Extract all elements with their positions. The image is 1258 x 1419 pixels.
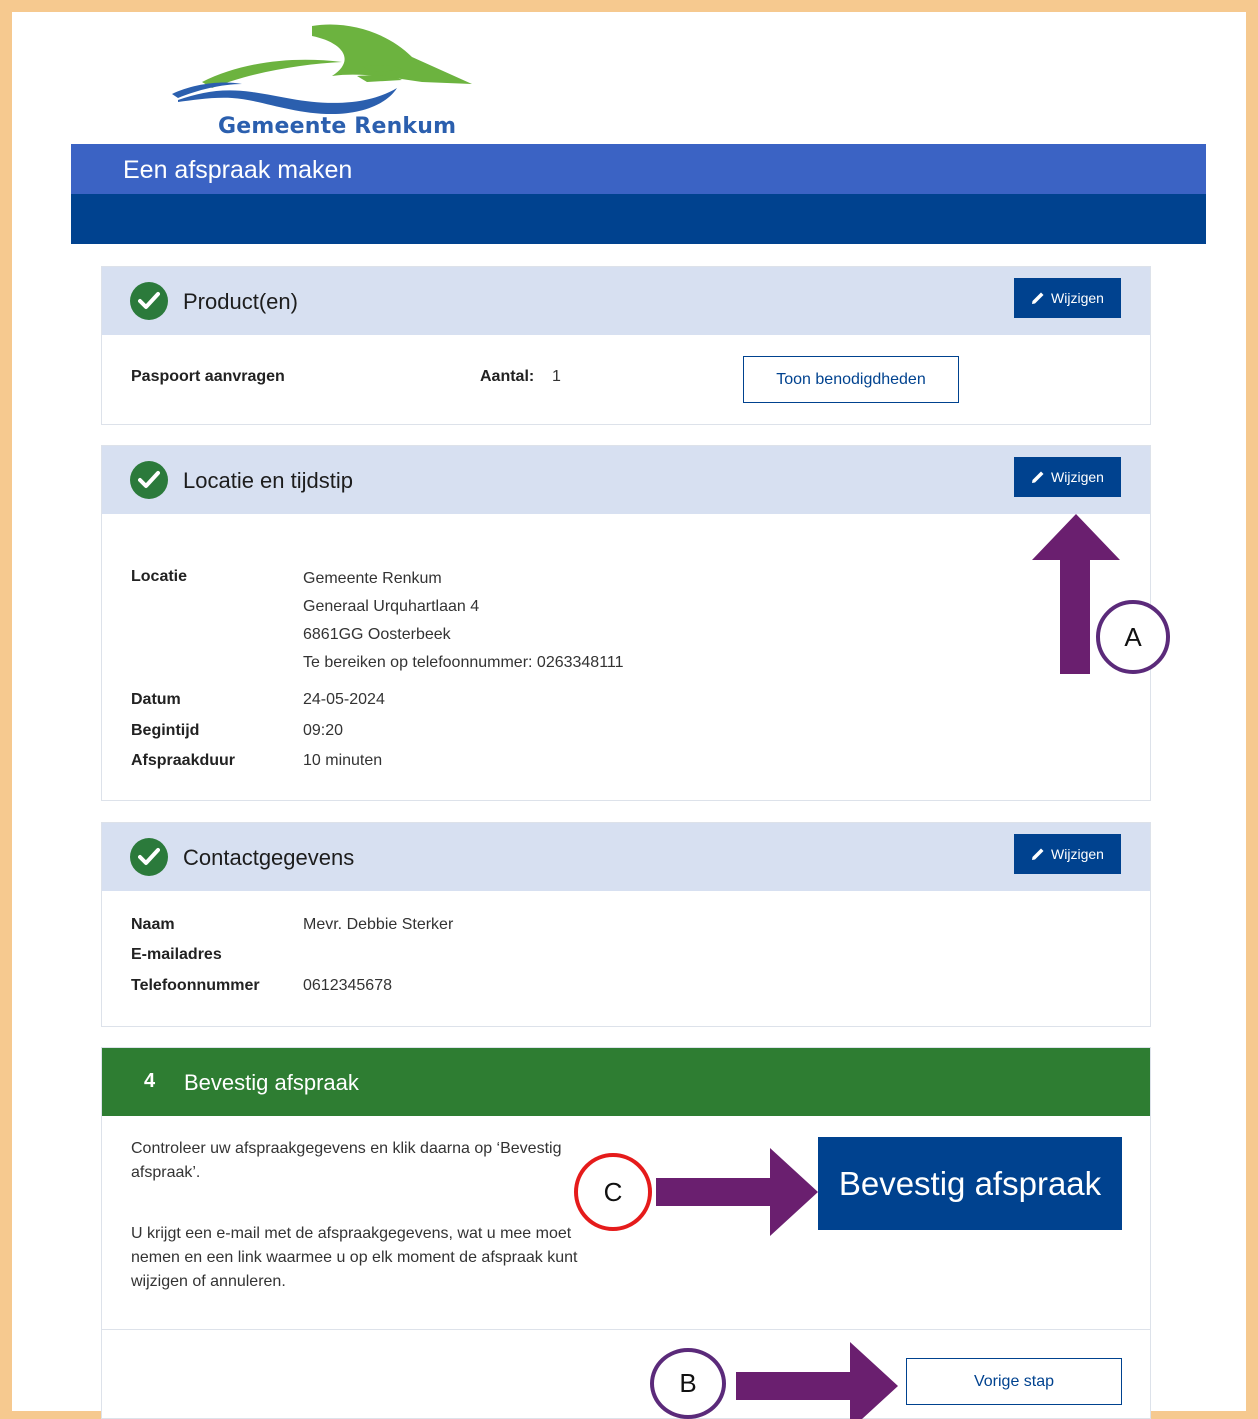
confirm-appointment-button[interactable]: Bevestig afspraak [818, 1137, 1122, 1230]
edit-products-button[interactable]: Wijzigen [1014, 278, 1121, 318]
confirm-title: Bevestig afspraak [184, 1070, 359, 1095]
address-line: 6861GG Oosterbeek [303, 626, 451, 643]
step-number: 4 [144, 1070, 156, 1092]
start-time-label: Begintijd [131, 722, 200, 739]
check-icon [130, 282, 168, 320]
address-line: Te bereiken op telefoonnummer: 026334811… [303, 654, 624, 671]
quantity-label: Aantal: [480, 368, 535, 385]
pencil-icon [1032, 471, 1044, 483]
divider [101, 1329, 1151, 1330]
quantity-value: 1 [552, 368, 561, 385]
check-icon [130, 838, 168, 876]
annotation-a: A [1096, 600, 1170, 674]
edit-label: Wijzigen [1051, 469, 1104, 485]
confirm-info: U krijgt een e-mail met de afspraakgegev… [131, 1225, 578, 1290]
location-title: Locatie en tijdstip [183, 468, 353, 493]
edit-label: Wijzigen [1051, 290, 1104, 306]
address-line: Generaal Urquhartlaan 4 [303, 598, 480, 615]
contact-title: Contactgegevens [183, 845, 355, 870]
logo-text: Gemeente Renkum [218, 114, 457, 139]
date-label: Datum [131, 691, 181, 708]
annotation-arrow-right-icon [736, 1342, 898, 1419]
edit-contact-button[interactable]: Wijzigen [1014, 834, 1121, 874]
products-card: Product(en) Wijzigen Paspoort aanvragen … [101, 266, 1151, 425]
duration-label: Afspraakduur [131, 752, 236, 769]
pencil-icon [1032, 292, 1044, 304]
edit-label: Wijzigen [1051, 846, 1104, 862]
phone-label: Telefoonnummer [131, 977, 260, 994]
date-value: 24-05-2024 [303, 691, 385, 708]
address-line: Gemeente Renkum [303, 570, 442, 587]
duration-value: 10 minuten [303, 752, 383, 769]
confirm-instruction: Controleer uw afspraakgegevens en klik d… [131, 1140, 562, 1181]
edit-location-button[interactable]: Wijzigen [1014, 457, 1121, 497]
page-title: Een afspraak maken [123, 156, 353, 184]
products-card-header: Product(en) Wijzigen [102, 267, 1150, 335]
check-icon [130, 461, 168, 499]
location-card-header: Locatie en tijdstip Wijzigen [102, 446, 1150, 514]
page-header: Een afspraak maken [71, 144, 1206, 194]
name-label: Naam [131, 916, 175, 933]
pencil-icon [1032, 848, 1044, 860]
annotation-arrow-right-icon [656, 1148, 818, 1236]
previous-step-button[interactable]: Vorige stap [906, 1358, 1122, 1405]
name-value: Mevr. Debbie Sterker [303, 916, 454, 933]
products-title: Product(en) [183, 289, 298, 314]
contact-card: Contactgegevens Wijzigen Naam Mevr. Debb… [101, 822, 1151, 1027]
contact-card-header: Contactgegevens Wijzigen [102, 823, 1150, 891]
phone-value: 0612345678 [303, 977, 392, 994]
confirm-card-header: 4 Bevestig afspraak [102, 1048, 1150, 1116]
annotation-c: C [574, 1153, 652, 1231]
annotation-b: B [650, 1348, 726, 1419]
location-card: Locatie en tijdstip Wijzigen Locatie Gem… [101, 445, 1151, 801]
location-label: Locatie [131, 568, 188, 585]
header-band [71, 194, 1206, 244]
show-requirements-button[interactable]: Toon benodigdheden [743, 356, 959, 403]
start-time-value: 09:20 [303, 722, 344, 739]
product-name: Paspoort aanvragen [131, 368, 285, 385]
email-label: E-mailadres [131, 946, 222, 963]
